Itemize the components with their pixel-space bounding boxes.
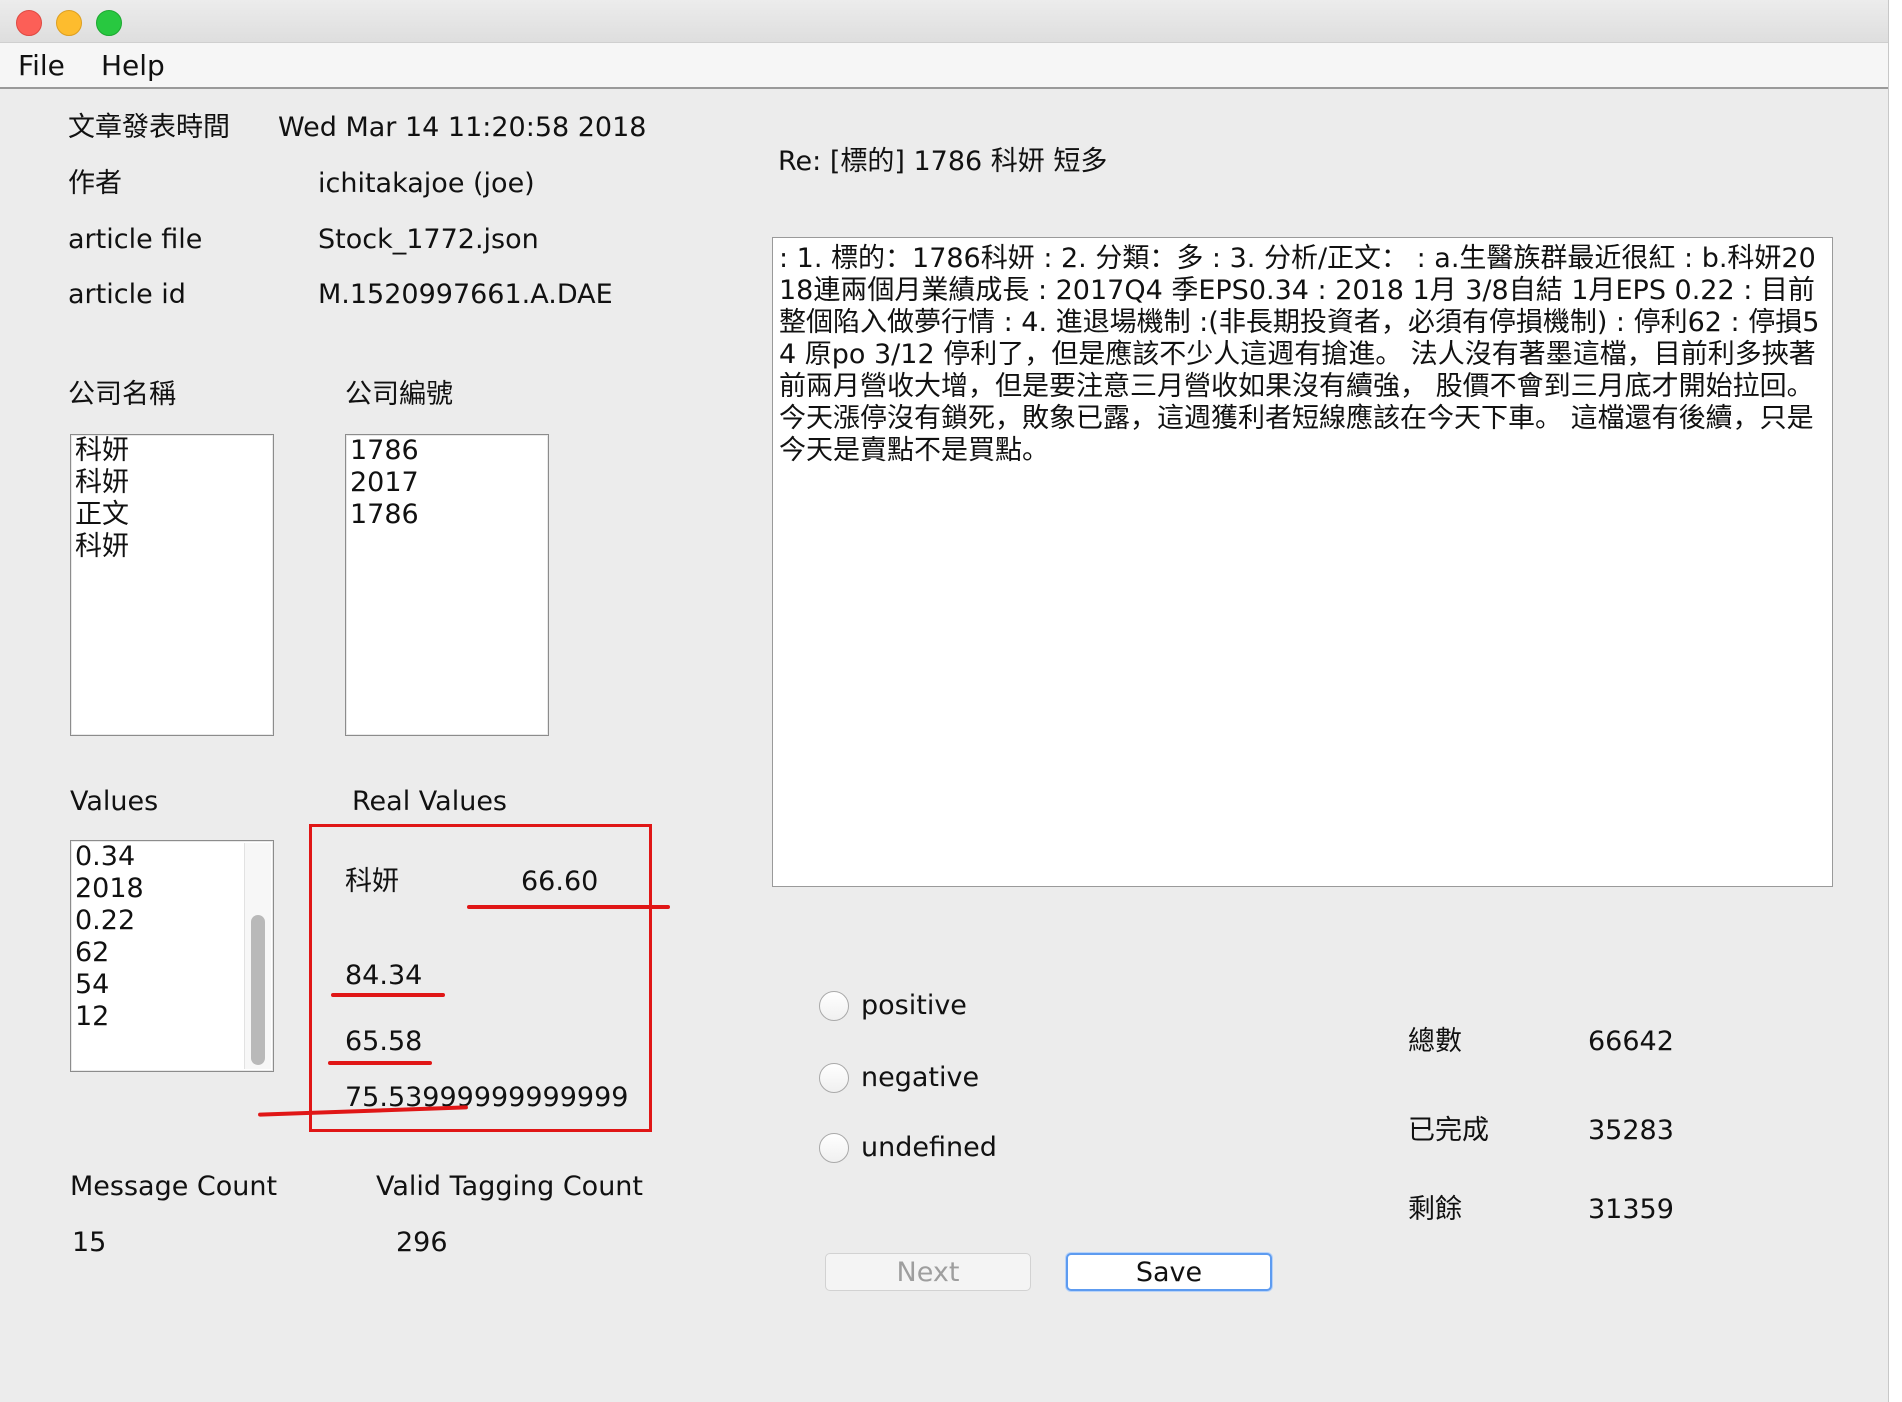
company-name-header: 公司名稱: [68, 379, 176, 410]
remaining-label: 剩餘: [1408, 1194, 1462, 1225]
article-file-value: Stock_1772.json: [318, 224, 539, 255]
list-item[interactable]: 0.34: [71, 841, 273, 873]
company-name-list[interactable]: 科妍 科妍 正文 科妍: [70, 434, 274, 736]
annotation-underline: [467, 905, 670, 909]
values-scroll-thumb[interactable]: [251, 915, 265, 1065]
total-value: 66642: [1588, 1026, 1674, 1057]
valid-tagging-count-value: 296: [396, 1227, 448, 1258]
title-bar: [0, 0, 1888, 43]
minimize-window-button[interactable]: [56, 10, 82, 36]
positive-radio[interactable]: [819, 991, 849, 1021]
article-title: Re: [標的] 1786 科妍 短多: [778, 146, 1108, 177]
total-label: 總數: [1408, 1026, 1462, 1057]
next-button[interactable]: Next: [825, 1253, 1031, 1291]
article-id-label: article id: [68, 279, 186, 310]
article-id-value: M.1520997661.A.DAE: [318, 279, 613, 310]
undefined-radio[interactable]: [819, 1133, 849, 1163]
list-item[interactable]: 正文: [71, 499, 273, 531]
valid-tagging-count-label: Valid Tagging Count: [376, 1171, 644, 1202]
message-count-label: Message Count: [70, 1171, 278, 1202]
save-button[interactable]: Save: [1066, 1253, 1272, 1291]
list-item[interactable]: 科妍: [71, 531, 273, 563]
list-item[interactable]: 2018: [71, 873, 273, 905]
real-value-2: 65.58: [345, 1026, 423, 1057]
done-value: 35283: [1588, 1115, 1674, 1146]
undefined-label[interactable]: undefined: [861, 1132, 997, 1164]
post-time-value: Wed Mar 14 11:20:58 2018: [278, 112, 647, 143]
real-value-1: 84.34: [345, 960, 423, 991]
real-values-header: Real Values: [352, 786, 507, 817]
close-window-button[interactable]: [16, 10, 42, 36]
values-scrollbar[interactable]: [244, 843, 271, 1069]
annotation-underline: [328, 1061, 432, 1065]
list-item[interactable]: 1786: [346, 435, 548, 467]
menu-bar: File Help: [0, 43, 1888, 89]
list-item[interactable]: 2017: [346, 467, 548, 499]
list-item[interactable]: 62: [71, 937, 273, 969]
company-code-header: 公司編號: [345, 379, 453, 410]
negative-label[interactable]: negative: [861, 1062, 979, 1094]
annotation-underline: [331, 993, 445, 997]
article-file-label: article file: [68, 224, 203, 255]
positive-label[interactable]: positive: [861, 990, 967, 1022]
company-code-list[interactable]: 1786 2017 1786: [345, 434, 549, 736]
article-body-textarea[interactable]: : 1. 標的：1786科妍 : 2. 分類：多 : 3. 分析/正文： : a…: [772, 237, 1833, 887]
negative-radio[interactable]: [819, 1063, 849, 1093]
values-list[interactable]: 0.34 2018 0.22 62 54 12: [70, 840, 274, 1072]
app-window: File Help 文章發表時間 Wed Mar 14 11:20:58 201…: [0, 0, 1889, 1402]
real-value-company: 科妍: [345, 866, 399, 897]
zoom-window-button[interactable]: [96, 10, 122, 36]
list-item[interactable]: 0.22: [71, 905, 273, 937]
values-header: Values: [70, 786, 159, 817]
list-item[interactable]: 54: [71, 969, 273, 1001]
remaining-value: 31359: [1588, 1194, 1674, 1225]
done-label: 已完成: [1408, 1115, 1489, 1146]
menu-file[interactable]: File: [18, 49, 65, 82]
author-value: ichitakajoe (joe): [318, 168, 535, 199]
list-item[interactable]: 科妍: [71, 435, 273, 467]
menu-help[interactable]: Help: [101, 49, 165, 82]
author-label: 作者: [68, 168, 122, 199]
list-item[interactable]: 科妍: [71, 467, 273, 499]
real-value-price: 66.60: [521, 866, 599, 897]
post-time-label: 文章發表時間: [68, 112, 230, 143]
list-item[interactable]: 1786: [346, 499, 548, 531]
message-count-value: 15: [72, 1227, 107, 1258]
list-item[interactable]: 12: [71, 1001, 273, 1033]
